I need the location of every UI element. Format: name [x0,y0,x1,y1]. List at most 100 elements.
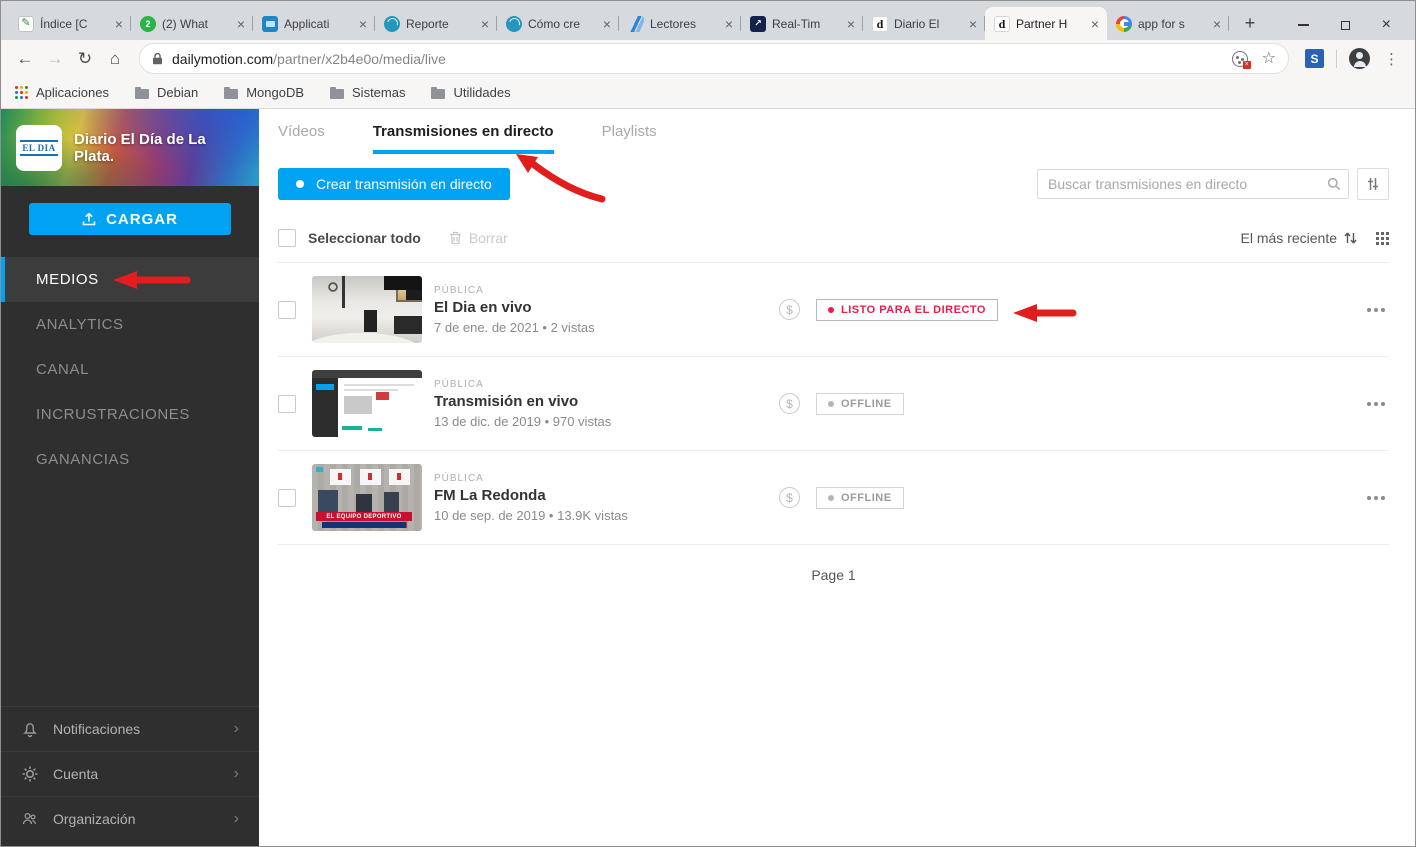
notes-icon [18,16,34,32]
sidebar-item-canal[interactable]: CANAL [1,347,259,392]
row-checkbox[interactable] [278,489,296,507]
status-badge: LISTO PARA EL DIRECTO [816,299,998,321]
list-item: EL EQUIPO DEPORTIVO PÚBLICA FM La Redond… [278,451,1389,545]
address-bar[interactable]: dailymotion.com/partner/x2b4e0o/media/li… [139,43,1289,74]
extension-icon[interactable]: S [1305,49,1324,68]
video-info: PÚBLICA FM La Redonda 10 de sep. de 2019… [434,473,779,523]
bookmark-star-icon[interactable]: ☆ [1262,51,1276,67]
browser-tab-3[interactable]: Applicati × [253,7,375,40]
video-thumbnail[interactable] [312,370,422,437]
tab-transmisiones-en-directo[interactable]: Transmisiones en directo [373,123,554,154]
browser-tab-8[interactable]: Diario El × [863,7,985,40]
tab-close-icon[interactable]: × [234,16,248,32]
sidebar-item-ganancias[interactable]: GANANCIAS [1,437,259,482]
more-options-button[interactable] [1363,394,1389,414]
gear-icon [21,765,39,783]
maximize-button[interactable] [1341,21,1350,30]
select-all-checkbox[interactable] [278,229,296,247]
browser-tab-9-active[interactable]: Partner H × [985,7,1107,40]
bookmark-folder-mongodb[interactable]: MongoDB [224,85,304,100]
bookmark-folder-sistemas[interactable]: Sistemas [330,85,405,100]
tab-close-icon[interactable]: × [966,16,980,32]
tab-close-icon[interactable]: × [722,16,736,32]
list-tools: El más reciente [1241,230,1389,246]
search-area [1037,168,1389,200]
app-window-icon [262,16,278,32]
status-text: OFFLINE [841,398,892,410]
window-close-button[interactable]: × [1382,20,1391,30]
sidebar-item-cuenta[interactable]: Cuenta › [1,751,259,796]
upload-button[interactable]: CARGAR [29,203,231,235]
thumbnail-caption: EL EQUIPO DEPORTIVO [316,512,412,521]
browser-tab-5[interactable]: Cómo cre × [497,7,619,40]
select-row: Seleccionar todo Borrar El más reciente [278,226,1389,250]
tab-close-icon[interactable]: × [478,16,492,32]
tab-close-icon[interactable]: × [112,16,126,32]
main-content: Vídeos Transmisiones en directo Playlist… [259,109,1415,846]
forward-button[interactable]: → [41,45,69,73]
status-text: OFFLINE [841,492,892,504]
sidebar-item-notificaciones[interactable]: Notificaciones › [1,706,259,751]
back-button[interactable]: ← [11,45,39,73]
video-title[interactable]: FM La Redonda [434,487,779,504]
browser-tab-2[interactable]: 2 (2) What × [131,7,253,40]
new-tab-button[interactable]: + [1237,10,1263,36]
sidebar-footer-label: Cuenta [53,766,98,782]
row-checkbox[interactable] [278,395,296,413]
browser-tab-1[interactable]: Índice [C × [9,7,131,40]
minimize-button[interactable] [1298,24,1309,26]
sidebar-item-organizacion[interactable]: Organización › [1,796,259,841]
sidebar-item-incrustraciones[interactable]: INCRUSTRACIONES [1,392,259,437]
video-thumbnail[interactable] [312,276,422,343]
sidebar-item-analytics[interactable]: ANALYTICS [1,302,259,347]
search-input[interactable] [1037,169,1349,199]
tab-close-icon[interactable]: × [356,16,370,32]
profile-avatar[interactable] [1349,48,1370,69]
browser-tab-4[interactable]: Reporte × [375,7,497,40]
toolbar-divider [1336,50,1337,68]
video-title[interactable]: El Dia en vivo [434,299,779,316]
tab-playlists[interactable]: Playlists [602,123,657,154]
delete-button[interactable]: Borrar [449,230,508,246]
tab-close-icon[interactable]: × [600,16,614,32]
list-item: PÚBLICA Transmisión en vivo 13 de dic. d… [278,357,1389,451]
tab-close-icon[interactable]: × [1210,16,1224,32]
browser-tab-6[interactable]: Lectores × [619,7,741,40]
browser-tab-7[interactable]: Real-Tim × [741,7,863,40]
bookmark-label: MongoDB [246,85,304,100]
reload-button[interactable]: ↻ [71,45,99,73]
sidebar: EL DIA Diario El Día de La Plata. CARGAR… [1,109,259,846]
sort-label: El más reciente [1241,230,1337,246]
more-options-button[interactable] [1363,488,1389,508]
browser-menu-icon[interactable]: ⋮ [1378,50,1405,68]
tab-close-icon[interactable]: × [1088,16,1102,32]
row-checkbox[interactable] [278,301,296,319]
video-thumbnail[interactable]: EL EQUIPO DEPORTIVO [312,464,422,531]
grid-view-icon[interactable] [1376,232,1389,245]
sort-button[interactable]: El más reciente [1241,230,1358,246]
filter-button[interactable] [1357,168,1389,200]
sidebar-item-medios[interactable]: MEDIOS [1,257,259,302]
video-info: PÚBLICA El Dia en vivo 7 de ene. de 2021… [434,285,779,335]
dailymotion-icon [872,16,888,32]
bookmark-folder-utilidades[interactable]: Utilidades [431,85,510,100]
bookmark-label: Debian [157,85,198,100]
tab-close-icon[interactable]: × [844,16,858,32]
bell-icon [21,720,39,738]
tab-title: Índice [C [40,17,106,31]
tab-title: Partner H [1016,17,1082,31]
browser-tab-10[interactable]: app for s × [1107,7,1229,40]
cookie-blocked-icon[interactable]: × [1232,51,1248,67]
bookmark-apps[interactable]: Aplicaciones [15,85,109,100]
reader-icon [628,16,644,32]
tab-videos[interactable]: Vídeos [278,123,325,154]
video-title[interactable]: Transmisión en vivo [434,393,779,410]
more-options-button[interactable] [1363,300,1389,320]
search-icon [1327,177,1341,196]
create-live-button[interactable]: Crear transmisión en directo [278,168,510,200]
delete-button-label: Borrar [469,230,508,246]
actions-row: Crear transmisión en directo [278,168,1389,200]
upload-button-label: CARGAR [106,211,178,228]
home-button[interactable]: ⌂ [101,45,129,73]
bookmark-folder-debian[interactable]: Debian [135,85,198,100]
